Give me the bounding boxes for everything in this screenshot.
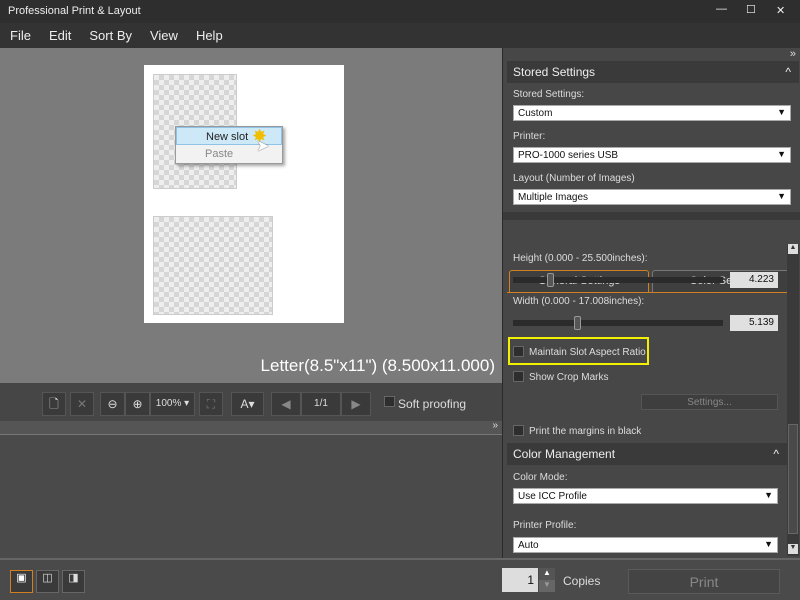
- close-button[interactable]: ✕: [776, 4, 785, 17]
- width-input[interactable]: 5.139: [730, 315, 778, 331]
- slider-thumb[interactable]: [574, 316, 581, 330]
- selected-value: Use ICC Profile: [518, 491, 587, 502]
- zoom-out-icon[interactable]: ⊖: [100, 392, 125, 416]
- printer-select[interactable]: PRO-1000 series USB▼: [513, 147, 791, 163]
- maximize-button[interactable]: ☐: [746, 3, 756, 16]
- stored-settings-header[interactable]: Stored Settings ^: [507, 61, 799, 83]
- page-indicator: 1/1: [301, 392, 341, 416]
- selected-value: Multiple Images: [518, 192, 588, 203]
- fit-icon[interactable]: ⛶: [199, 392, 223, 416]
- image-slot[interactable]: [153, 216, 273, 315]
- chevron-up-icon: ^: [785, 65, 791, 79]
- delete-page-icon[interactable]: ✕: [70, 392, 94, 416]
- maintain-aspect-checkbox[interactable]: [513, 346, 524, 357]
- scroll-down-icon[interactable]: ▼: [788, 544, 798, 554]
- show-crop-checkbox[interactable]: [513, 371, 524, 382]
- selected-value: Auto: [518, 540, 539, 551]
- next-page-icon[interactable]: ▶: [341, 392, 371, 416]
- scrollbar[interactable]: ▲ ▼: [787, 244, 799, 556]
- thumbnail-divider[interactable]: »: [0, 421, 502, 435]
- crop-settings-button[interactable]: Settings...: [641, 394, 778, 410]
- height-input[interactable]: 4.223: [730, 272, 778, 288]
- zoom-in-icon[interactable]: ⊕: [125, 392, 150, 416]
- menu-view[interactable]: View: [140, 23, 186, 43]
- scroll-up-icon[interactable]: ▲: [788, 244, 798, 254]
- maintain-aspect-label: Maintain Slot Aspect Ratio: [529, 347, 646, 358]
- settings-panel: » Stored Settings ^ Stored Settings: Cust…: [502, 48, 800, 558]
- printer-label: Printer:: [513, 131, 545, 142]
- height-slider[interactable]: [513, 277, 723, 283]
- bottom-bar: ▣ ◫ ◨ 1 ▲ ▼ Copies Print: [0, 558, 800, 600]
- preview-toolbar: 🗋 ✕ ⊖ ⊕ 100% ▾ ⛶ A▾ ◀ 1/1 ▶ Soft proofin…: [0, 383, 502, 421]
- menu-edit[interactable]: Edit: [39, 23, 79, 43]
- minimize-button[interactable]: —: [716, 3, 727, 15]
- collapse-panel-icon[interactable]: »: [790, 48, 796, 60]
- height-label: Height (0.000 - 25.500inches):: [513, 253, 648, 264]
- selected-value: PRO-1000 series USB: [518, 150, 618, 161]
- orientation-icon[interactable]: A▾: [231, 392, 264, 416]
- printer-profile-label: Printer Profile:: [513, 520, 576, 531]
- color-mode-select[interactable]: Use ICC Profile▼: [513, 488, 778, 504]
- show-crop-label: Show Crop Marks: [529, 372, 608, 383]
- color-mode-label: Color Mode:: [513, 472, 567, 483]
- printer-profile-select[interactable]: Auto▼: [513, 537, 778, 553]
- section-title: Color Management: [513, 447, 615, 461]
- layout-view-icon[interactable]: ▣: [10, 570, 33, 593]
- menu-file[interactable]: File: [0, 23, 39, 43]
- section-title: Stored Settings: [513, 65, 595, 79]
- paper-size-label: Letter(8.5"x11") (8.500x11.000): [240, 356, 495, 376]
- print-margins-checkbox[interactable]: [513, 425, 524, 436]
- add-page-icon[interactable]: 🗋: [42, 392, 66, 416]
- prev-page-icon[interactable]: ◀: [271, 392, 301, 416]
- print-margins-label: Print the margins in black: [529, 426, 641, 437]
- copies-input[interactable]: 1: [502, 568, 538, 592]
- soft-proofing-checkbox[interactable]: [384, 396, 395, 407]
- scroll-thumb[interactable]: [788, 424, 798, 534]
- zoom-select[interactable]: 100% ▾: [150, 392, 195, 416]
- zoom-value: 100%: [156, 398, 182, 409]
- divider: [503, 212, 800, 220]
- color-management-header[interactable]: Color Management ^: [507, 443, 787, 465]
- split-view-icon[interactable]: ◫: [36, 570, 59, 593]
- tab-underline: [507, 292, 787, 293]
- expand-icon[interactable]: »: [492, 420, 498, 431]
- window-title: Professional Print & Layout: [8, 5, 141, 17]
- copies-up-icon[interactable]: ▲: [539, 568, 555, 580]
- thumbnail-area: [0, 435, 502, 558]
- soft-proofing-label: Soft proofing: [398, 397, 466, 411]
- stored-settings-label: Stored Settings:: [513, 89, 584, 100]
- width-slider[interactable]: [513, 320, 723, 326]
- title-bar: Professional Print & Layout — ☐ ✕: [0, 0, 800, 23]
- cursor-icon: ➤: [256, 136, 269, 156]
- menu-bar: FileEditSort ByViewHelp: [0, 23, 800, 48]
- selected-value: Custom: [518, 108, 552, 119]
- copies-down-icon[interactable]: ▼: [539, 580, 555, 592]
- width-label: Width (0.000 - 17.008inches):: [513, 296, 644, 307]
- menu-sort-by[interactable]: Sort By: [79, 23, 140, 43]
- chevron-up-icon: ^: [773, 447, 779, 461]
- stored-settings-select[interactable]: Custom▼: [513, 105, 791, 121]
- copies-label: Copies: [563, 574, 600, 588]
- layout-select[interactable]: Multiple Images▼: [513, 189, 791, 205]
- menu-help[interactable]: Help: [186, 23, 231, 43]
- slider-thumb[interactable]: [547, 273, 554, 287]
- side-view-icon[interactable]: ◨: [62, 570, 85, 593]
- print-button[interactable]: Print: [628, 569, 780, 594]
- layout-label: Layout (Number of Images): [513, 173, 635, 184]
